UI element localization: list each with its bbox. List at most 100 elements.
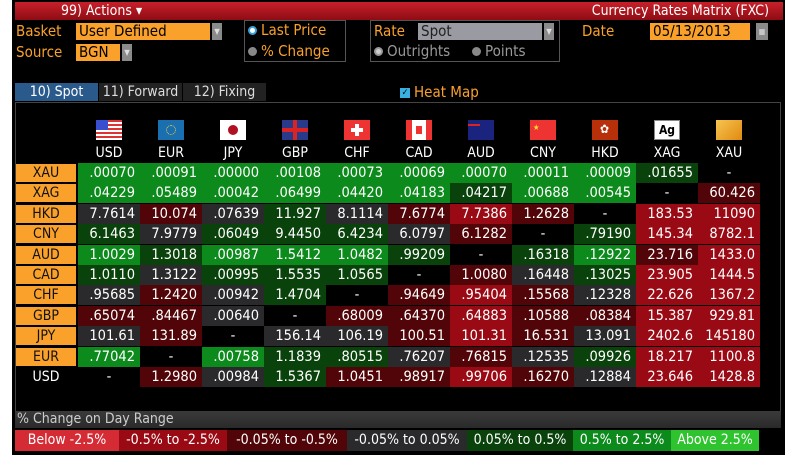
rate-cell-gbp-aud[interactable]: .64883 [450, 305, 512, 326]
rate-dropdown-icon[interactable]: ▼ [544, 23, 554, 40]
rate-cell-xau-hkd[interactable]: .00009 [574, 163, 636, 183]
basket-dropdown-icon[interactable]: ▼ [212, 23, 222, 40]
rate-cell-jpy-jpy[interactable]: - [202, 326, 264, 347]
points-radio[interactable]: Points [472, 42, 525, 60]
rate-cell-jpy-aud[interactable]: 101.31 [450, 326, 512, 347]
rate-cell-eur-xau[interactable]: 1100.8 [698, 346, 760, 367]
rate-cell-chf-jpy[interactable]: .00942 [202, 285, 264, 306]
rate-cell-eur-hkd[interactable]: .09926 [574, 346, 636, 367]
rate-cell-hkd-usd[interactable]: 7.7614 [78, 203, 140, 224]
rate-cell-chf-hkd[interactable]: .12328 [574, 285, 636, 306]
rate-cell-cny-jpy[interactable]: .06049 [202, 224, 264, 245]
rate-cell-xau-eur[interactable]: .00091 [140, 163, 202, 183]
rate-cell-cad-xag[interactable]: 23.905 [636, 265, 698, 285]
rate-cell-aud-usd[interactable]: 1.0029 [78, 244, 140, 265]
rate-cell-eur-eur[interactable]: - [140, 346, 202, 367]
rate-cell-cad-aud[interactable]: 1.0080 [450, 265, 512, 285]
rate-cell-hkd-cad[interactable]: 7.6774 [388, 203, 450, 224]
rate-cell-xag-chf[interactable]: .04420 [326, 183, 388, 204]
rate-cell-chf-usd[interactable]: .95685 [78, 285, 140, 306]
rate-cell-jpy-usd[interactable]: 101.61 [78, 326, 140, 347]
rate-cell-jpy-xag[interactable]: 2402.6 [636, 326, 698, 347]
rate-cell-cad-hkd[interactable]: .13025 [574, 265, 636, 285]
rate-cell-gbp-hkd[interactable]: .08384 [574, 305, 636, 326]
rate-cell-eur-cny[interactable]: .12535 [512, 346, 574, 367]
tab-spot[interactable]: 10) Spot [15, 83, 98, 101]
rate-cell-cny-usd[interactable]: 6.1463 [78, 224, 140, 245]
tab-forward[interactable]: 11) Forward [99, 83, 182, 101]
rate-cell-eur-gbp[interactable]: 1.1839 [264, 346, 326, 367]
rate-cell-chf-eur[interactable]: 1.2420 [140, 285, 202, 306]
rate-cell-cny-cny[interactable]: - [512, 224, 574, 245]
rate-cell-cad-cny[interactable]: .16448 [512, 265, 574, 285]
rate-cell-eur-chf[interactable]: .80515 [326, 346, 388, 367]
rate-cell-usd-hkd[interactable]: .12884 [574, 367, 636, 387]
tab-fixing[interactable]: 12) Fixing [183, 83, 266, 101]
rate-cell-cad-chf[interactable]: 1.0565 [326, 265, 388, 285]
rate-cell-cad-gbp[interactable]: 1.5535 [264, 265, 326, 285]
rate-cell-aud-cad[interactable]: .99209 [388, 244, 450, 265]
rate-cell-xag-cad[interactable]: .04183 [388, 183, 450, 204]
rate-cell-jpy-cad[interactable]: 100.51 [388, 326, 450, 347]
rate-cell-eur-xag[interactable]: 18.217 [636, 346, 698, 367]
rate-cell-hkd-eur[interactable]: 10.074 [140, 203, 202, 224]
row-label-cad[interactable]: CAD [16, 266, 76, 284]
pct-change-radio[interactable]: % Change [248, 42, 330, 60]
basket-select[interactable]: User Defined [76, 23, 210, 40]
rate-cell-eur-jpy[interactable]: .00758 [202, 346, 264, 367]
row-label-xau[interactable]: XAU [16, 164, 76, 182]
rate-cell-xag-usd[interactable]: .04229 [78, 183, 140, 204]
rate-cell-cad-usd[interactable]: 1.0110 [78, 265, 140, 285]
rate-cell-xag-aud[interactable]: .04217 [450, 183, 512, 204]
rate-cell-gbp-xag[interactable]: 15.387 [636, 305, 698, 326]
rate-cell-hkd-cny[interactable]: 1.2628 [512, 203, 574, 224]
rate-cell-hkd-chf[interactable]: 8.1114 [326, 203, 388, 224]
rate-cell-hkd-aud[interactable]: 7.7386 [450, 203, 512, 224]
rate-cell-xag-cny[interactable]: .00688 [512, 183, 574, 204]
rate-cell-xau-cad[interactable]: .00069 [388, 163, 450, 183]
rate-cell-chf-chf[interactable]: - [326, 285, 388, 306]
rate-cell-hkd-xau[interactable]: 11090 [698, 203, 760, 224]
row-label-gbp[interactable]: GBP [16, 306, 76, 325]
rate-cell-usd-xau[interactable]: 1428.8 [698, 367, 760, 387]
rate-cell-aud-eur[interactable]: 1.3018 [140, 244, 202, 265]
row-label-aud[interactable]: AUD [16, 245, 76, 264]
rate-cell-usd-aud[interactable]: .99706 [450, 367, 512, 387]
rate-cell-hkd-hkd[interactable]: - [574, 203, 636, 224]
rate-cell-aud-xau[interactable]: 1433.0 [698, 244, 760, 265]
rate-cell-aud-gbp[interactable]: 1.5412 [264, 244, 326, 265]
rate-cell-usd-usd[interactable]: - [78, 367, 140, 387]
rate-cell-cny-xau[interactable]: 8782.1 [698, 224, 760, 245]
row-label-usd[interactable]: USD [16, 368, 76, 386]
row-label-cny[interactable]: CNY [16, 225, 76, 244]
rate-cell-chf-xau[interactable]: 1367.2 [698, 285, 760, 306]
rate-cell-usd-chf[interactable]: 1.0451 [326, 367, 388, 387]
rate-cell-eur-usd[interactable]: .77042 [78, 346, 140, 367]
last-price-radio[interactable]: Last Price [248, 21, 326, 39]
rate-cell-cny-xag[interactable]: 145.34 [636, 224, 698, 245]
rate-cell-cny-cad[interactable]: 6.0797 [388, 224, 450, 245]
rate-cell-jpy-xau[interactable]: 145180 [698, 326, 760, 347]
rate-cell-gbp-jpy[interactable]: .00640 [202, 305, 264, 326]
row-label-chf[interactable]: CHF [16, 286, 76, 305]
rate-cell-jpy-chf[interactable]: 106.19 [326, 326, 388, 347]
rate-cell-xau-jpy[interactable]: .00000 [202, 163, 264, 183]
rate-cell-hkd-gbp[interactable]: 11.927 [264, 203, 326, 224]
rate-cell-gbp-eur[interactable]: .84467 [140, 305, 202, 326]
rate-cell-gbp-chf[interactable]: .68009 [326, 305, 388, 326]
rate-cell-chf-aud[interactable]: .95404 [450, 285, 512, 306]
rate-cell-cny-gbp[interactable]: 9.4450 [264, 224, 326, 245]
rate-cell-jpy-cny[interactable]: 16.531 [512, 326, 574, 347]
date-field[interactable]: 05/13/2013 [650, 23, 750, 40]
rate-cell-xau-chf[interactable]: .00073 [326, 163, 388, 183]
rate-cell-gbp-cad[interactable]: .64370 [388, 305, 450, 326]
rate-cell-cad-xau[interactable]: 1444.5 [698, 265, 760, 285]
row-label-jpy[interactable]: JPY [16, 327, 76, 346]
rate-cell-xau-aud[interactable]: .00070 [450, 163, 512, 183]
rate-cell-xau-xag[interactable]: .01655 [636, 163, 698, 183]
rate-cell-chf-cad[interactable]: .94649 [388, 285, 450, 306]
rate-cell-chf-cny[interactable]: .15568 [512, 285, 574, 306]
rate-cell-gbp-usd[interactable]: .65074 [78, 305, 140, 326]
row-label-eur[interactable]: EUR [16, 347, 76, 366]
rate-cell-xag-hkd[interactable]: .00545 [574, 183, 636, 204]
